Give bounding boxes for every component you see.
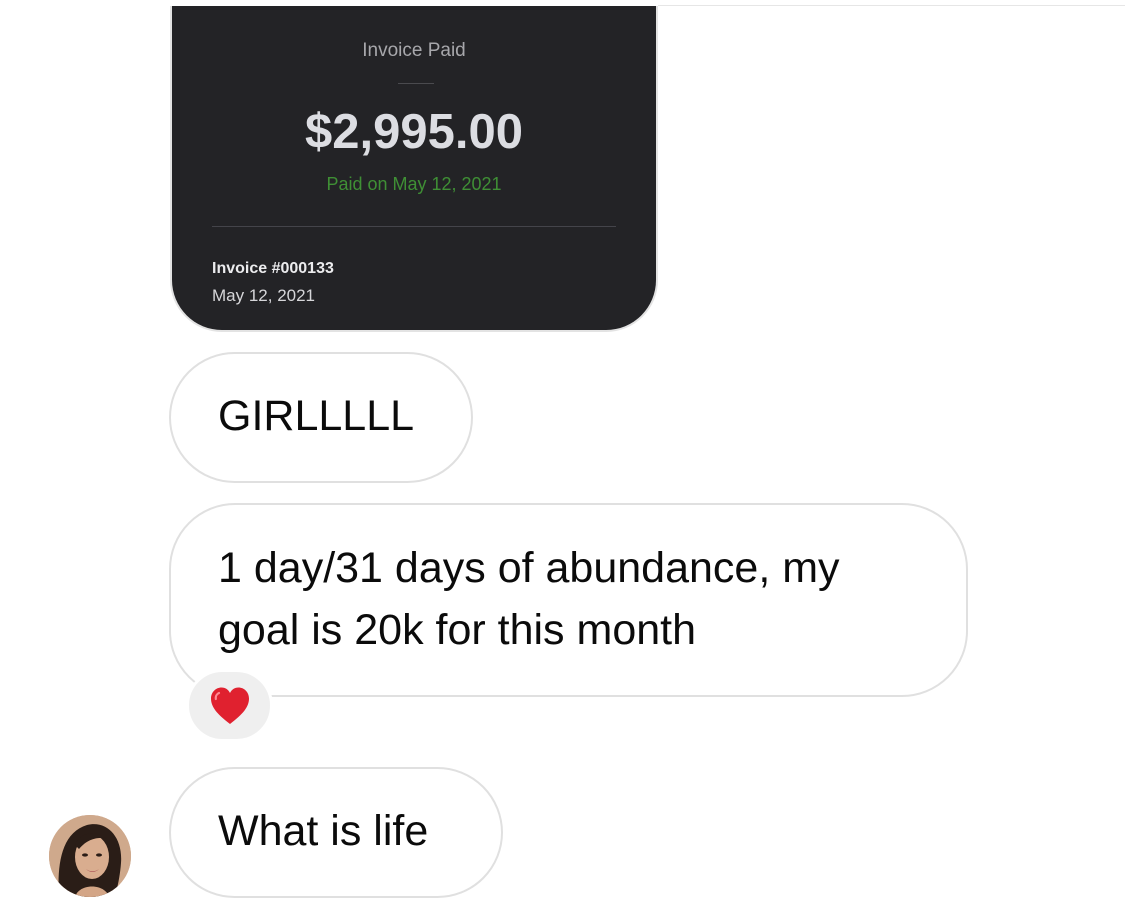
message-text: GIRLLLLL	[218, 392, 415, 440]
heart-icon	[211, 687, 249, 724]
invoice-status: Invoice Paid	[362, 40, 466, 61]
invoice-status-divider	[398, 83, 434, 84]
message-text: What is life	[218, 807, 429, 855]
invoice-date: May 12, 2021	[212, 286, 316, 305]
invoice-number: Invoice #000133	[212, 260, 334, 277]
invoice-message-card[interactable]: Invoice Paid $2,995.00 Paid on May 12, 2…	[170, 6, 658, 332]
message-reaction[interactable]	[186, 669, 273, 742]
message-text: 1 day/31 days of abundance, my goal is 2…	[218, 544, 840, 654]
invoice-amount: $2,995.00	[305, 105, 523, 159]
message-bubble[interactable]: GIRLLLLL	[169, 352, 473, 483]
message-bubble[interactable]: 1 day/31 days of abundance, my goal is 2…	[169, 503, 968, 697]
invoice-paid-date: Paid on May 12, 2021	[326, 174, 502, 194]
invoice-divider	[212, 226, 616, 227]
avatar[interactable]	[49, 815, 131, 897]
header-divider	[658, 5, 1125, 6]
avatar-image	[49, 815, 131, 897]
message-bubble[interactable]: What is life	[169, 767, 503, 898]
